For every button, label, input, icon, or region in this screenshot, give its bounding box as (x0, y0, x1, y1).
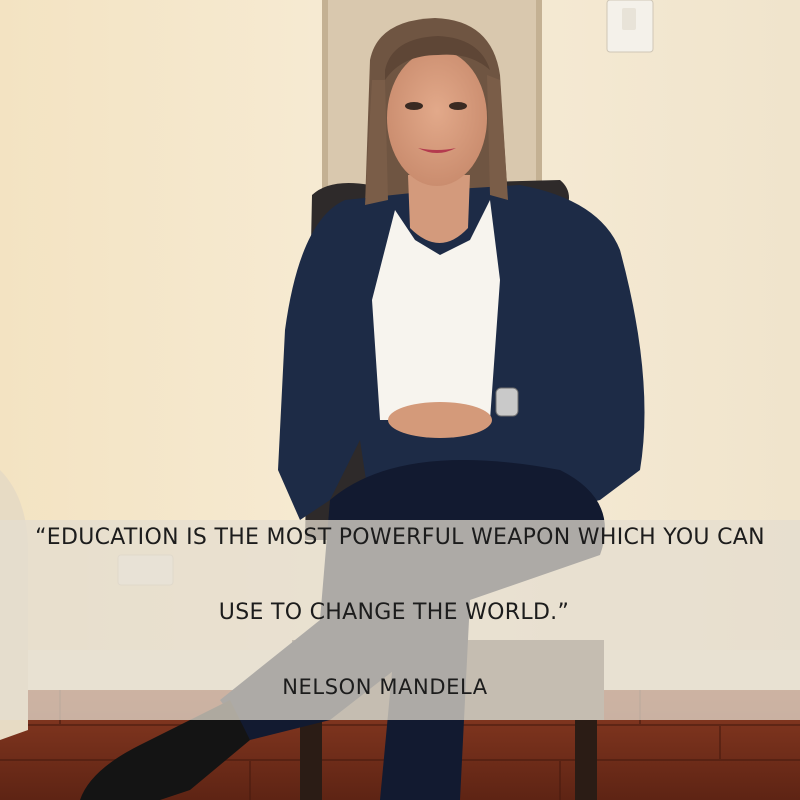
wristwatch (495, 387, 519, 417)
photo-scene: “EDUCATION IS THE MOST POWERFUL WEAPON W… (0, 0, 800, 800)
quote-line-2: USE TO CHANGE THE WORLD.” (218, 600, 570, 625)
hands (388, 402, 492, 438)
quote-author: NELSON MANDELA (282, 675, 488, 699)
quote-line-1: “EDUCATION IS THE MOST POWERFUL WEAPON W… (35, 525, 765, 550)
face (387, 50, 487, 186)
